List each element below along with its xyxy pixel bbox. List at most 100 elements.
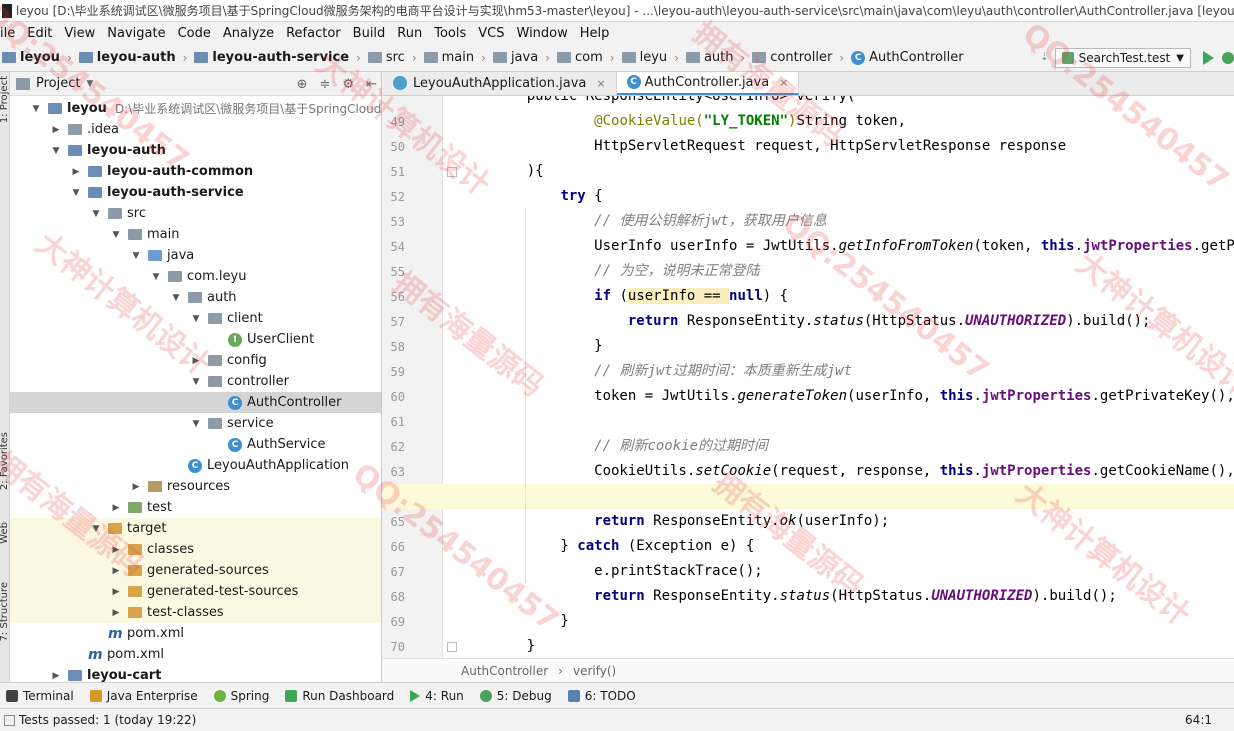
- code-line[interactable]: UserInfo userInfo = JwtUtils.getInfoFrom…: [383, 234, 1234, 259]
- chevron-right-icon[interactable]: ▶: [110, 503, 122, 513]
- breadcrumb-item[interactable]: leyou-auth: [77, 50, 178, 65]
- code-line[interactable]: public ResponseEntity<UserInfo> verify(: [383, 96, 1234, 109]
- menu-item-edit[interactable]: Edit: [21, 26, 58, 41]
- tool-window-run[interactable]: 4: Run: [410, 689, 464, 703]
- code-line[interactable]: // 刷新jwt过期时间：本质重新生成jwt: [383, 359, 1234, 384]
- chevron-down-icon[interactable]: ▼: [190, 419, 202, 429]
- breadcrumb-item[interactable]: com: [555, 50, 605, 65]
- chevron-down-icon[interactable]: ▼: [150, 272, 162, 282]
- code-line[interactable]: }: [383, 334, 1234, 359]
- fold-icon[interactable]: [447, 642, 457, 652]
- breadcrumb-item[interactable]: controller: [750, 50, 834, 65]
- chevron-down-icon[interactable]: ▼: [50, 146, 62, 156]
- tree-node[interactable]: ▶ leyou-auth-common: [10, 161, 381, 182]
- code-line[interactable]: if (userInfo == null) {: [383, 284, 1234, 309]
- status-toggle-icon[interactable]: [4, 714, 15, 726]
- tree-node[interactable]: ▶ leyou-cart: [10, 665, 381, 682]
- chevron-right-icon[interactable]: ▶: [190, 356, 202, 366]
- run-config-select[interactable]: SearchTest.test ▼: [1054, 48, 1191, 68]
- tree-node[interactable]: ▶ test-classes: [10, 602, 381, 623]
- menu-item-view[interactable]: View: [58, 26, 101, 41]
- locate-icon[interactable]: ⊕: [297, 77, 308, 92]
- tool-window-term[interactable]: Terminal: [6, 689, 74, 703]
- chevron-right-icon[interactable]: ▶: [50, 125, 62, 135]
- code-line[interactable]: return ResponseEntity.status(HttpStatus.…: [383, 309, 1234, 334]
- code-line[interactable]: e.printStackTrace();: [383, 559, 1234, 584]
- chevron-right-icon[interactable]: ▶: [130, 482, 142, 492]
- code-line[interactable]: }: [383, 634, 1234, 658]
- menu-item-tools[interactable]: Tools: [428, 26, 472, 41]
- menu-item-run[interactable]: Run: [391, 26, 428, 41]
- tool-window-todo[interactable]: 6: TODO: [567, 689, 636, 703]
- menu-item-refactor[interactable]: Refactor: [280, 26, 347, 41]
- menu-item-vcs[interactable]: VCS: [472, 26, 510, 41]
- breadcrumb-item[interactable]: C AuthController: [849, 50, 965, 65]
- tree-node[interactable]: ▼ com.leyu: [10, 266, 381, 287]
- code-area[interactable]: 4950515253545556575859606162636465666768…: [383, 96, 1234, 658]
- breadcrumb-item[interactable]: leyou: [0, 50, 62, 65]
- breadcrumb-item[interactable]: auth: [684, 50, 736, 65]
- chevron-right-icon[interactable]: ▶: [110, 608, 122, 618]
- code-line[interactable]: try {: [383, 184, 1234, 209]
- tree-node[interactable]: C AuthService: [10, 434, 381, 455]
- tree-node[interactable]: ▶ .idea: [10, 119, 381, 140]
- breadcrumb-item[interactable]: main: [422, 50, 476, 65]
- chevron-right-icon[interactable]: ▶: [110, 566, 122, 576]
- breadcrumb-item[interactable]: src: [366, 50, 407, 65]
- tree-node[interactable]: ▶ resources: [10, 476, 381, 497]
- caret-position[interactable]: 64:1: [1185, 713, 1212, 727]
- chevron-down-icon[interactable]: ▼: [90, 209, 102, 219]
- chevron-down-icon[interactable]: ▼: [90, 524, 102, 534]
- code-line[interactable]: [383, 484, 1234, 509]
- gear-icon[interactable]: ⚙: [342, 77, 354, 92]
- editor-tab[interactable]: C AuthController.java ×: [616, 72, 800, 95]
- code-line[interactable]: }: [383, 609, 1234, 634]
- tree-node[interactable]: ▼ service: [10, 413, 381, 434]
- menu-item-help[interactable]: Help: [574, 26, 616, 41]
- chevron-down-icon[interactable]: ▼: [30, 104, 42, 114]
- code-line[interactable]: // 使用公钥解析jwt，获取用户信息: [383, 209, 1234, 234]
- chevron-down-icon[interactable]: ▼: [70, 188, 82, 198]
- code-line[interactable]: CookieUtils.setCookie(request, response,…: [383, 459, 1234, 484]
- chevron-down-icon[interactable]: ▼: [130, 251, 142, 261]
- tree-node[interactable]: ▼ java: [10, 245, 381, 266]
- tree-node[interactable]: ▼ leyou D:\毕业系统调试区\微服务项目\基于SpringCloud微服: [10, 98, 381, 119]
- chevron-right-icon[interactable]: ▶: [70, 167, 82, 177]
- tree-node[interactable]: ▼ src: [10, 203, 381, 224]
- debug-icon[interactable]: [1222, 52, 1234, 64]
- tree-node[interactable]: ▼ auth: [10, 287, 381, 308]
- chevron-down-icon[interactable]: ▼: [170, 293, 182, 303]
- code-line[interactable]: HttpServletRequest request, HttpServletR…: [383, 134, 1234, 159]
- tool-window-debug[interactable]: 5: Debug: [479, 689, 552, 703]
- menu-item-window[interactable]: Window: [511, 26, 574, 41]
- code-line[interactable]: @CookieValue("LY_TOKEN")String token,: [383, 109, 1234, 134]
- run-icon[interactable]: [1203, 51, 1214, 65]
- tool-window-je[interactable]: Java Enterprise: [89, 689, 198, 703]
- breadcrumb-method[interactable]: verify(): [573, 664, 616, 678]
- menu-item-ile[interactable]: ile: [0, 26, 21, 41]
- tree-node[interactable]: ▼ target: [10, 518, 381, 539]
- close-icon[interactable]: ×: [596, 77, 605, 90]
- tree-node[interactable]: ▼ client: [10, 308, 381, 329]
- menu-item-code[interactable]: Code: [172, 26, 217, 41]
- chevron-down-icon[interactable]: ▼: [190, 314, 202, 324]
- build-icon[interactable]: ⇣: [1040, 53, 1048, 63]
- chevron-right-icon[interactable]: ▶: [110, 545, 122, 555]
- code-line[interactable]: token = JwtUtils.generateToken(userInfo,…: [383, 384, 1234, 409]
- editor-tab[interactable]: LeyouAuthApplication.java ×: [383, 72, 617, 95]
- menu-item-navigate[interactable]: Navigate: [101, 26, 171, 41]
- hide-icon[interactable]: ⇤: [366, 77, 377, 92]
- tree-node[interactable]: ▶ classes: [10, 539, 381, 560]
- tree-node[interactable]: ▼ leyou-auth: [10, 140, 381, 161]
- chevron-right-icon[interactable]: ▶: [50, 671, 62, 681]
- tree-node[interactable]: m pom.xml: [10, 623, 381, 644]
- breadcrumb-item[interactable]: leyou-auth-service: [192, 50, 351, 65]
- tree-node[interactable]: ▶ generated-test-sources: [10, 581, 381, 602]
- menu-item-build[interactable]: Build: [347, 26, 392, 41]
- chevron-down-icon[interactable]: ▼: [86, 79, 93, 89]
- tree-node[interactable]: m pom.xml: [10, 644, 381, 665]
- code-line[interactable]: } catch (Exception e) {: [383, 534, 1234, 559]
- tool-window-rd[interactable]: Run Dashboard: [285, 689, 394, 703]
- tool-window-spring[interactable]: Spring: [213, 689, 269, 703]
- tree-node[interactable]: ▼ main: [10, 224, 381, 245]
